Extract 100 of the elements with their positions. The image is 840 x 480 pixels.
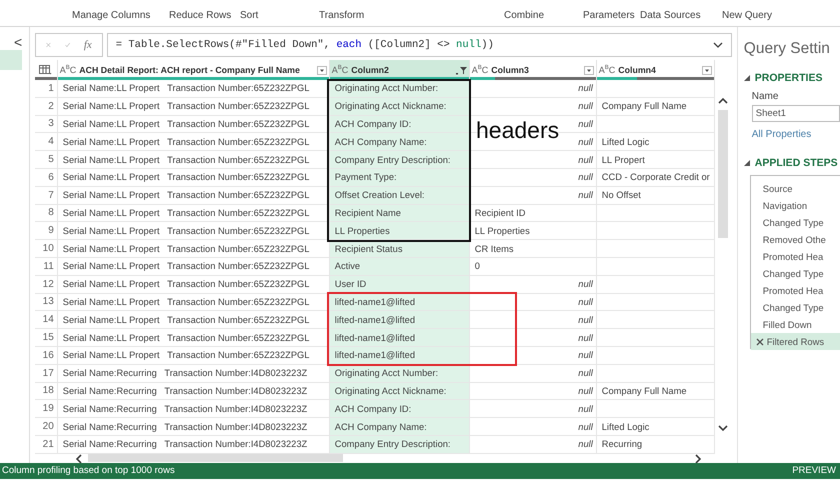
dropdown-icon[interactable] (584, 66, 594, 74)
table-cell: CR Items (470, 240, 597, 258)
table-cell: lifted-name1@lifted (330, 311, 470, 330)
dropdown-icon[interactable] (702, 66, 712, 74)
table-cell: Originating Acct Nickname: (330, 98, 470, 116)
table-cell: Serial Name:LL Propert Transaction Number:65Z232ZPGL (58, 151, 330, 169)
table-menu-icon[interactable] (39, 65, 52, 75)
ribbon-group-label: Data Sources (640, 10, 701, 21)
text-type-icon[interactable]: A$^{B}$C (60, 65, 76, 75)
collapse-triangle-icon[interactable] (744, 75, 750, 81)
row-number: 9 (34, 222, 58, 240)
table-cell: Serial Name:LL Propert Transaction Number:65Z232ZPGL (58, 294, 330, 312)
section-heading: APPLIED STEPS (754, 157, 838, 169)
table-cell: lifted-name1@lifted (330, 346, 470, 365)
delete-icon[interactable] (756, 338, 764, 346)
applied-step[interactable]: Filtered Rows (750, 333, 840, 350)
null-cell: null (470, 364, 597, 383)
column-header[interactable]: A$^{B}$C Column2 (330, 60, 470, 80)
row-number: 18 (34, 382, 58, 400)
table-cell: Serial Name:LL Propert Transaction Number:65Z232ZPGL (58, 311, 330, 330)
null-cell: null (470, 186, 597, 205)
text-type-icon[interactable]: A$^{B}$C (332, 65, 348, 75)
null-cell: null (470, 382, 597, 400)
pane-title: Query Settin (744, 40, 831, 58)
table-cell: Serial Name:Recurring Transaction Number:I4D8023223Z (58, 364, 330, 383)
chevron-down-icon[interactable] (718, 425, 728, 432)
table-cell: ACH Company Name: (330, 418, 470, 436)
applied-step[interactable]: Promoted Hea (750, 248, 840, 265)
column-header[interactable]: A$^{B}$C Column4 (596, 60, 715, 80)
table-cell: Serial Name:LL Propert Transaction Number:65Z232ZPGL (58, 204, 330, 222)
column-header[interactable]: A$^{B}$C ACH Detail Report: ACH report - Company Full Name (58, 60, 330, 80)
applied-step[interactable]: Filled Down (750, 316, 840, 333)
row-number: 15 (34, 329, 58, 347)
row-number: 12 (34, 276, 58, 294)
chevron-right-icon[interactable] (694, 454, 702, 463)
ribbon-group-label: Combine (504, 10, 544, 21)
row-number: 2 (34, 98, 58, 116)
filter-icon[interactable] (456, 66, 467, 74)
chevron-down-icon[interactable] (712, 42, 723, 48)
table-cell: Company Entry Description: (330, 436, 470, 454)
text-type-icon[interactable]: A$^{B}$C (598, 65, 616, 75)
null-cell: null (470, 98, 597, 116)
null-cell: null (470, 80, 597, 98)
collapse-button[interactable]: < (14, 34, 26, 50)
row-number: 8 (34, 204, 58, 222)
null-cell: null (470, 436, 597, 454)
vertical-scrollbar-thumb[interactable] (718, 110, 728, 238)
chevron-left-icon[interactable] (74, 454, 82, 463)
column-header[interactable]: A$^{B}$C Column3 (470, 60, 597, 80)
applied-step[interactable]: Removed Othe (750, 231, 840, 248)
table-cell: Active (330, 258, 470, 276)
null-cell: null (470, 276, 597, 294)
table-cell: Payment Type: (330, 168, 470, 187)
applied-step[interactable]: Promoted Hea (750, 282, 840, 299)
all-properties-link[interactable]: All Properties (752, 129, 812, 140)
table-cell: Company Full Name (596, 98, 715, 116)
table-cell: Serial Name:LL Propert Transaction Number:65Z232ZPGL (58, 133, 330, 152)
null-cell: null (470, 418, 597, 436)
row-number: 19 (34, 400, 58, 418)
table-cell: Lifted Logic (596, 418, 715, 436)
null-cell: null (470, 294, 597, 312)
collapse-triangle-icon[interactable] (744, 160, 750, 166)
table-cell: Serial Name:LL Propert Transaction Number:65Z232ZPGL (58, 329, 330, 347)
table-cell: Lifted Logic (596, 133, 715, 152)
applied-step[interactable]: Changed Type (750, 214, 840, 231)
table-cell: LL Properties (470, 222, 597, 240)
fx-button[interactable]: fx (84, 39, 92, 51)
chevron-up-icon[interactable] (718, 97, 728, 104)
applied-step[interactable]: Changed Type (750, 265, 840, 282)
table-cell: Serial Name:LL Propert Transaction Number:65Z232ZPGL (58, 186, 330, 205)
table-cell: Serial Name:Recurring Transaction Number:I4D8023223Z (58, 382, 330, 400)
table-cell: Offset Creation Level: (330, 186, 470, 205)
table-cell: Serial Name:LL Propert Transaction Number:65Z232ZPGL (58, 258, 330, 276)
ribbon-group-label: Manage Columns (72, 10, 150, 21)
table-cell: Recipient Name (330, 204, 470, 222)
text-type-icon[interactable]: A$^{B}$C (472, 65, 488, 75)
table-cell: ACH Company ID: (330, 400, 470, 418)
check-icon[interactable] (64, 40, 70, 50)
row-number: 21 (34, 436, 58, 454)
table-cell: Serial Name:LL Propert Transaction Number:65Z232ZPGL (58, 346, 330, 365)
applied-step[interactable]: Source (750, 180, 840, 197)
status-mode: PREVIEW (792, 465, 836, 476)
table-cell: LL Propert (596, 151, 715, 169)
formula-field[interactable]: = Table.SelectRows(#"Filled Down", each ([Column2] <> null)) (106, 33, 732, 57)
table-cell: Serial Name:LL Propert Transaction Number:65Z232ZPGL (58, 116, 330, 134)
null-cell: null (470, 168, 597, 187)
applied-step[interactable]: Navigation (750, 197, 840, 214)
null-cell: null (470, 151, 597, 169)
table-cell: Serial Name:Recurring Transaction Number:I4D8023223Z (58, 418, 330, 436)
table-cell: LL Properties (330, 222, 470, 240)
table-cell: lifted-name1@lifted (330, 329, 470, 347)
table-cell: Serial Name:LL Propert Transaction Number:65Z232ZPGL (58, 276, 330, 294)
row-number: 17 (34, 364, 58, 383)
name-field[interactable]: Sheet1 (752, 105, 840, 122)
dropdown-icon[interactable] (316, 66, 327, 74)
ribbon-group-label: Reduce Rows (169, 10, 232, 21)
applied-step[interactable]: Changed Type (750, 299, 840, 316)
null-cell: null (470, 311, 597, 330)
table-cell: Company Full Name (596, 382, 715, 400)
ribbon-group-label: Sort (240, 10, 258, 21)
